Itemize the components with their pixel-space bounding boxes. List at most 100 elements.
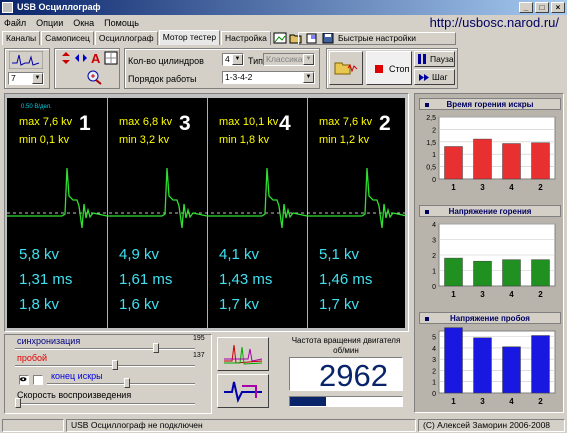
y-tick-label: 3 <box>432 238 436 245</box>
y-tick-label: 0 <box>432 284 436 291</box>
y-tick-label: 2,5 <box>426 115 436 122</box>
tab-channels[interactable]: Каналы <box>2 31 41 45</box>
bar <box>502 259 521 287</box>
stats-panel: Время горения искры 0 0,5 1 1,5 2 2,5 1 3 4 2 Нап… <box>414 93 564 413</box>
speed-slider-thumb[interactable] <box>15 398 21 408</box>
firing-order-select[interactable]: 1-3-4-2 ▼ <box>222 71 315 84</box>
spark-end-slider-thumb[interactable] <box>124 378 130 388</box>
trace-view-icon[interactable] <box>9 51 43 69</box>
eye-icon[interactable] <box>19 375 29 385</box>
tab-oscilloscope[interactable]: Осциллограф <box>94 31 158 45</box>
menu-file[interactable]: Файл <box>4 18 26 28</box>
zoom-icon[interactable] <box>84 69 106 85</box>
y-tick-label: 1 <box>432 152 436 159</box>
tab-motor-tester[interactable]: Мотор тестер <box>158 30 221 45</box>
app-icon <box>2 2 13 13</box>
type-label: Тип <box>248 56 264 66</box>
x-tick-label: 3 <box>480 290 485 299</box>
expand-vertical-icon[interactable] <box>59 51 73 65</box>
x-tick-label: 4 <box>509 183 514 192</box>
x-tick-label: 1 <box>451 183 456 192</box>
rpm-value: 2962 <box>319 358 388 393</box>
cylinders-label: Кол-во цилиндров <box>128 56 204 66</box>
channel-select[interactable]: 7 ▼ <box>8 72 44 85</box>
spark-duration-bars: 0 0,5 1 1,5 2 2,5 1 3 4 2 <box>426 115 556 192</box>
spark-duration-chart: Время горения искры 0 0,5 1 1,5 2 2,5 1 3 4 2 <box>419 98 561 193</box>
connection-status: USB Осциллограф не подключен <box>66 419 416 432</box>
bar <box>531 335 550 394</box>
x-tick-label: 2 <box>538 397 543 406</box>
sync-slider-track[interactable] <box>15 348 195 350</box>
breakdown-voltage-chart: Напряжение пробоя 0 1 2 3 4 5 1 3 4 2 <box>419 312 561 407</box>
menu-options[interactable]: Опции <box>36 18 63 28</box>
load-button[interactable] <box>329 51 363 85</box>
y-tick-label: 2 <box>432 368 436 375</box>
x-tick-label: 4 <box>509 290 514 299</box>
grid-icon[interactable] <box>104 51 118 65</box>
copyright: (С) Алексей Заморин 2006-2008 <box>418 419 565 432</box>
x-tick-label: 3 <box>480 397 485 406</box>
bar <box>502 346 521 394</box>
x-tick-label: 2 <box>538 290 543 299</box>
bar <box>502 143 521 180</box>
chart-title: Напряжение пробоя <box>419 312 561 324</box>
menu-help[interactable]: Помощь <box>104 18 139 28</box>
close-button[interactable]: × <box>551 2 565 13</box>
spark-end-checkbox[interactable] <box>33 375 43 385</box>
step-icon <box>419 74 429 81</box>
expand-horizontal-icon[interactable] <box>74 51 88 65</box>
step-button[interactable]: Шаг <box>414 69 455 85</box>
y-tick-label: 0 <box>432 391 436 398</box>
multi-trace-icon <box>224 344 263 365</box>
breakdown-slider-track[interactable] <box>15 365 195 367</box>
rpm-label: Частота вращения двигателя об/мин <box>291 336 401 355</box>
bar <box>531 259 550 287</box>
sync-label: синхронизация <box>17 336 81 346</box>
y-tick-label: 4 <box>432 346 436 353</box>
speed-slider-track[interactable] <box>15 403 195 405</box>
signal-icon <box>224 381 262 403</box>
rpm-progress <box>289 396 403 407</box>
y-tick-label: 1 <box>432 269 436 276</box>
tab-recorder[interactable]: Самописец <box>41 31 94 45</box>
y-tick-label: 5 <box>432 335 436 342</box>
rpm-display: 2962 <box>289 357 403 393</box>
bar <box>473 337 492 394</box>
pause-button[interactable]: Пауза <box>414 51 455 67</box>
menu-windows[interactable]: Окна <box>73 18 94 28</box>
maximize-button[interactable]: □ <box>535 2 549 13</box>
y-tick-label: 0,5 <box>426 165 436 172</box>
burn-voltage-bars: 0 1 2 3 4 1 3 4 2 <box>432 222 556 299</box>
x-tick-label: 4 <box>509 397 514 406</box>
y-tick-label: 0 <box>432 177 436 184</box>
y-tick-label: 1 <box>432 380 436 387</box>
y-tick-label: 2 <box>432 253 436 260</box>
minimize-button[interactable]: _ <box>519 2 533 13</box>
site-url[interactable]: http://usbosc.narod.ru/ <box>430 15 559 30</box>
quick-settings-button[interactable]: Быстрые настройки <box>298 32 456 45</box>
speed-label: Скорость воспроизведения <box>17 390 132 400</box>
folder-wave-icon <box>334 62 358 75</box>
order-label: Порядок работы <box>128 74 197 84</box>
bar <box>444 257 463 287</box>
waveform-mode-button[interactable] <box>217 337 269 371</box>
status-cell-empty <box>2 419 64 432</box>
cylinders-select[interactable]: 4 ▼ <box>222 53 244 66</box>
breakdown-slider-thumb[interactable] <box>112 360 118 370</box>
bar <box>473 260 492 287</box>
svg-text:A: A <box>91 51 101 65</box>
signal-mode-button[interactable] <box>217 374 269 408</box>
oscilloscope-display[interactable]: 0.50 В/дел. max 7,6 kv min 0,1 kv 1 5,8 … <box>7 98 405 328</box>
text-a-icon[interactable]: A <box>90 51 102 65</box>
sync-slider-thumb[interactable] <box>153 343 159 353</box>
stop-icon <box>375 65 383 73</box>
type-select: Классика ▼ <box>263 53 315 66</box>
sync-value: 195 <box>193 335 205 342</box>
breakdown-voltage-bars: 0 1 2 3 4 5 1 3 4 2 <box>432 327 556 406</box>
stop-button[interactable]: Стоп <box>366 51 412 85</box>
y-tick-label: 2 <box>432 127 436 134</box>
tab-settings[interactable]: Настройка <box>221 31 271 45</box>
image-icon[interactable] <box>273 32 287 44</box>
x-tick-label: 2 <box>538 183 543 192</box>
spark-end-slider-track[interactable] <box>47 383 195 385</box>
